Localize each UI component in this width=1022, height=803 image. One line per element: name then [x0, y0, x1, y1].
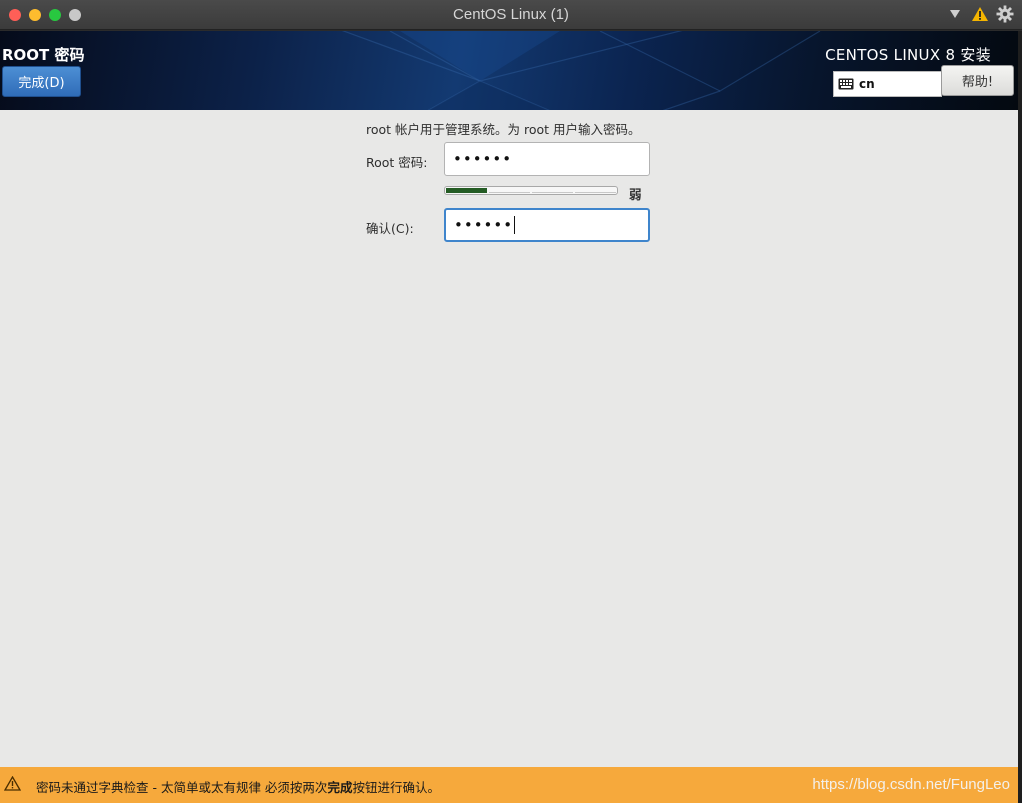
watermark-text: https://blog.csdn.net/FungLeo: [812, 776, 1010, 793]
confirm-password-value: ••••••: [454, 216, 514, 234]
root-password-input[interactable]: ••••••: [444, 142, 650, 176]
password-strength-label: 弱: [629, 187, 642, 202]
root-password-label: Root 密码:: [366, 155, 428, 170]
root-password-form: root 帐户用于管理系统。为 root 用户输入密码。 Root 密码: ••…: [0, 110, 1018, 767]
keyboard-layout-indicator[interactable]: cn: [833, 71, 942, 97]
installer-header: ROOT 密码 完成(D) CENTOS LINUX 8 安装 cn 帮助!: [0, 31, 1018, 110]
text-caret: [514, 216, 516, 234]
warning-icon[interactable]: [971, 5, 989, 23]
help-button[interactable]: 帮助!: [941, 65, 1014, 96]
product-title: CENTOS LINUX 8 安装: [825, 46, 991, 64]
strength-segment: [489, 188, 530, 193]
password-strength-meter: [444, 186, 618, 195]
root-password-value: ••••••: [453, 150, 513, 168]
warning-message: 密码未通过字典检查 - 太简单或太有规律 必须按两次完成按钮进行确认。: [36, 780, 440, 795]
keyboard-icon: [838, 75, 854, 94]
strength-segment: [446, 188, 487, 193]
warning-bar[interactable]: 密码未通过字典检查 - 太简单或太有规律 必须按两次完成按钮进行确认。 http…: [0, 767, 1018, 803]
confirm-password-input[interactable]: ••••••: [444, 208, 650, 242]
keyboard-layout-label: cn: [859, 77, 875, 91]
window-titlebar: CentOS Linux (1): [0, 0, 1022, 30]
done-button[interactable]: 完成(D): [2, 66, 81, 97]
form-description: root 帐户用于管理系统。为 root 用户输入密码。: [366, 122, 641, 137]
gear-icon[interactable]: [996, 5, 1014, 23]
strength-segment: [575, 188, 616, 193]
window-title: CentOS Linux (1): [453, 6, 569, 23]
spoke-title: ROOT 密码: [2, 46, 85, 64]
warning-triangle-icon: [3, 775, 22, 795]
strength-segment: [532, 188, 573, 193]
chevron-down-icon[interactable]: [946, 5, 964, 23]
window-edge: [1018, 31, 1022, 803]
confirm-password-label: 确认(C):: [366, 221, 414, 236]
